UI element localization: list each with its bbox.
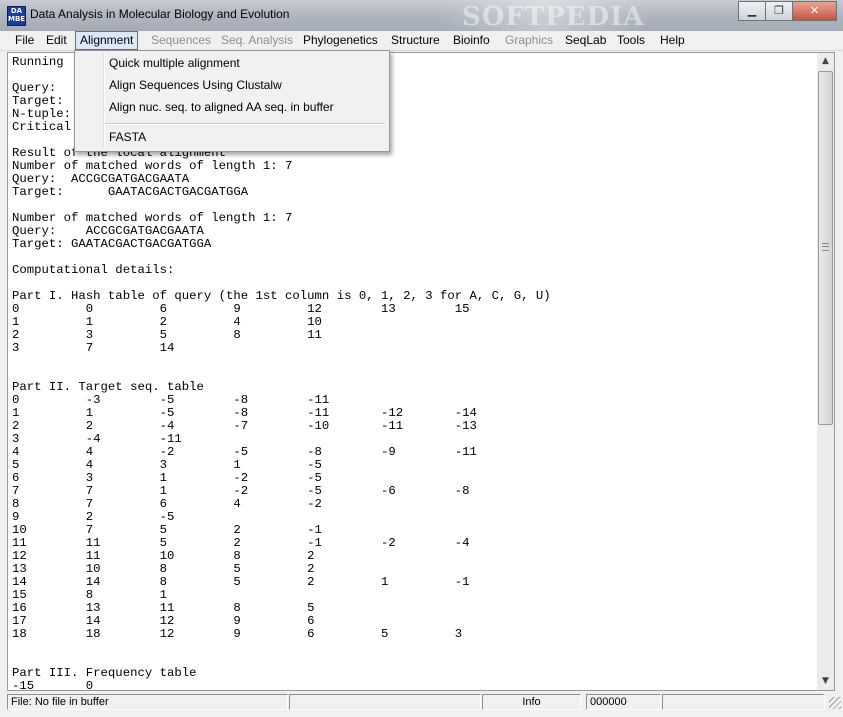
- window-title: Data Analysis in Molecular Biology and E…: [30, 7, 290, 21]
- app-icon-text-bottom: MBE: [8, 15, 26, 23]
- menu-help[interactable]: Help: [656, 32, 689, 49]
- status-info: Info: [482, 694, 581, 710]
- window-controls: ▁ ❐ ✕: [738, 1, 837, 21]
- maximize-button[interactable]: ❐: [765, 1, 792, 21]
- menu-alignment[interactable]: Alignment: [75, 31, 139, 50]
- app-icon[interactable]: DA MBE: [7, 6, 26, 26]
- scroll-thumb[interactable]: [818, 71, 833, 425]
- menu-edit[interactable]: Edit: [42, 32, 71, 49]
- menu-bar: File Edit Alignment Sequences Seq. Analy…: [0, 31, 843, 51]
- status-panel-5: [662, 694, 825, 710]
- vertical-scrollbar[interactable]: ▲ ▼: [817, 52, 835, 691]
- status-panel-2: [289, 694, 481, 710]
- title-bar[interactable]: SOFTPEDIA DA MBE Data Analysis in Molecu…: [0, 0, 843, 32]
- menu-structure[interactable]: Structure: [387, 32, 444, 49]
- menu-tools[interactable]: Tools: [613, 32, 649, 49]
- app-icon-text-top: DA: [10, 7, 23, 15]
- menu-item-align-clustalw[interactable]: Align Sequences Using Clustalw: [109, 78, 282, 92]
- menu-gutter: [103, 53, 105, 147]
- scroll-up-arrow-icon[interactable]: ▲: [817, 53, 834, 70]
- menu-sequences[interactable]: Sequences: [147, 32, 215, 49]
- menu-item-quick-multiple-alignment[interactable]: Quick multiple alignment: [109, 56, 240, 70]
- resize-grip-icon[interactable]: [829, 697, 841, 709]
- scroll-down-arrow-icon[interactable]: ▼: [817, 673, 834, 690]
- watermark: SOFTPEDIA: [462, 2, 645, 32]
- menu-seqlab[interactable]: SeqLab: [561, 32, 610, 49]
- menu-seq-analysis[interactable]: Seq. Analysis: [217, 32, 297, 49]
- menu-item-fasta[interactable]: FASTA: [109, 130, 146, 144]
- menu-separator: [105, 123, 385, 125]
- menu-file[interactable]: File: [11, 32, 38, 49]
- menu-graphics[interactable]: Graphics: [501, 32, 557, 49]
- status-file: File: No file in buffer: [7, 694, 288, 710]
- minimize-button[interactable]: ▁: [738, 1, 765, 21]
- alignment-dropdown-menu: Quick multiple alignment Align Sequences…: [74, 50, 390, 152]
- close-button[interactable]: ✕: [792, 1, 837, 21]
- grip-icon: [822, 243, 829, 251]
- menu-bioinfo[interactable]: Bioinfo: [449, 32, 494, 49]
- menu-item-align-nuc-to-aa[interactable]: Align nuc. seq. to aligned AA seq. in bu…: [109, 100, 334, 114]
- status-counter: 000000: [586, 694, 661, 710]
- app-window: SOFTPEDIA DA MBE Data Analysis in Molecu…: [0, 0, 843, 717]
- menu-phylogenetics[interactable]: Phylogenetics: [299, 32, 382, 49]
- status-bar: File: No file in buffer Info 000000: [0, 692, 843, 717]
